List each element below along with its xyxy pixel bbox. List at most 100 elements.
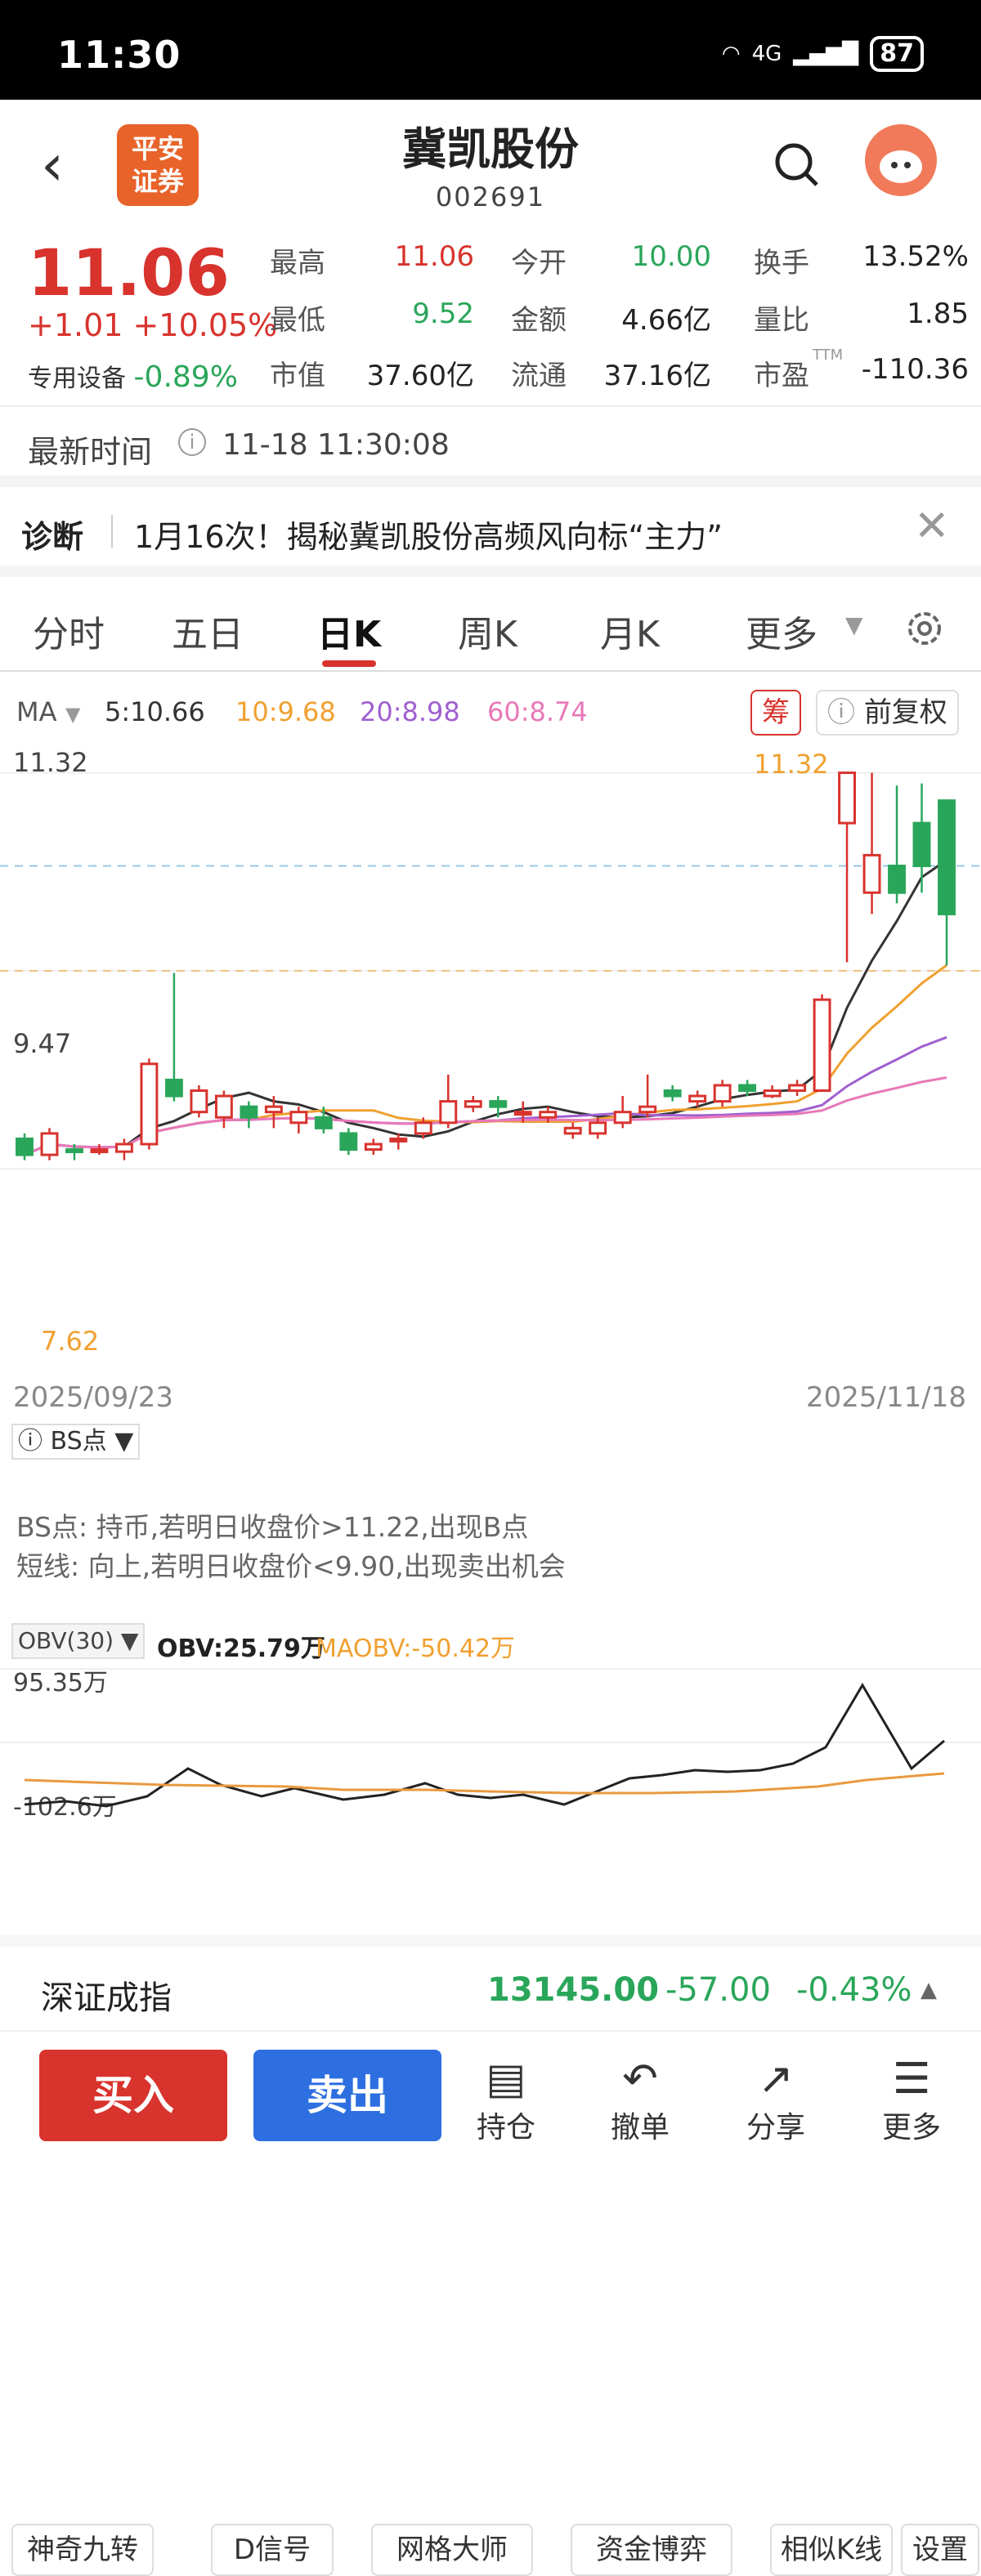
cancel-order-button[interactable]: ↶ 撤单 bbox=[595, 2055, 685, 2146]
document-icon: ▤ bbox=[486, 2055, 526, 2104]
quote-label: 市盈 bbox=[754, 360, 809, 392]
index-pct: -0.43% bbox=[796, 1971, 912, 2009]
latest-time-bar: 最新时间 i 11-18 11:30:08 bbox=[0, 407, 981, 487]
ma-label[interactable]: MA bbox=[16, 696, 57, 727]
candle-body bbox=[114, 1143, 133, 1153]
gear-icon[interactable] bbox=[903, 606, 947, 651]
quote-value: 10.00 bbox=[631, 240, 711, 273]
ma-line bbox=[24, 1076, 947, 1156]
candle-body bbox=[140, 1062, 159, 1146]
candle-body bbox=[638, 1105, 657, 1114]
candle-body bbox=[314, 1116, 333, 1129]
candle-body bbox=[738, 1084, 757, 1093]
adjust-button[interactable]: ⓘ 前复权 bbox=[816, 690, 959, 736]
diagnosis-text: 1月16次！揭秘冀凯股份高频风向标“主力” bbox=[134, 519, 723, 555]
candle-body bbox=[464, 1100, 482, 1108]
candlestick-chart[interactable] bbox=[0, 745, 981, 1252]
sector-pct: -0.89% bbox=[133, 360, 238, 394]
stock-code: 002691 bbox=[435, 181, 546, 212]
tool-similar-k[interactable]: 相似K线 bbox=[770, 2524, 893, 2576]
sector-name: 专用设备 bbox=[28, 364, 126, 393]
quote-value: -110.36 bbox=[861, 353, 969, 386]
quote-label: 最低 bbox=[270, 304, 325, 337]
quote-label: 金额 bbox=[511, 304, 567, 337]
sell-button[interactable]: 卖出 bbox=[253, 2050, 441, 2141]
cancel-label: 撤单 bbox=[610, 2111, 670, 2144]
chevron-down-icon[interactable]: ▼ bbox=[845, 611, 863, 638]
tab-five-day[interactable]: 五日 bbox=[172, 605, 244, 657]
bs-text-1: BS点: 持币,若明日收盘价>11.22,出现B点 bbox=[16, 1511, 529, 1543]
candle-body bbox=[90, 1148, 109, 1154]
tool-nine-turn[interactable]: 神奇九转 bbox=[11, 2524, 154, 2576]
wifi-icon: ◠ bbox=[721, 42, 741, 66]
diagnosis-bar[interactable]: 诊断 1月16次！揭秘冀凯股份高频风向标“主力” ✕ bbox=[0, 487, 981, 577]
ma20-value: 20:8.98 bbox=[360, 696, 460, 727]
tool-d-signal[interactable]: D信号 bbox=[211, 2524, 334, 2576]
candle-body bbox=[40, 1132, 59, 1156]
quote-value: 37.60亿 bbox=[366, 360, 474, 392]
buy-button[interactable]: 买入 bbox=[39, 2050, 227, 2141]
tab-weekly-k[interactable]: 周K bbox=[458, 605, 517, 657]
holdings-button[interactable]: ▤ 持仓 bbox=[461, 2055, 551, 2146]
candle-body bbox=[912, 821, 931, 867]
change-pct: +10.05% bbox=[132, 307, 278, 343]
clock: 11:30 bbox=[57, 33, 181, 77]
close-icon[interactable]: ✕ bbox=[914, 502, 950, 551]
tab-monthly-k[interactable]: 月K bbox=[600, 605, 660, 657]
candle-body bbox=[938, 799, 956, 915]
candle-body bbox=[888, 865, 906, 894]
info-icon[interactable]: i bbox=[178, 428, 206, 456]
start-date-label: 2025/09/23 bbox=[13, 1381, 173, 1414]
quote-value: 9.52 bbox=[412, 297, 474, 330]
info-icon: ⓘ bbox=[18, 1427, 51, 1456]
ttm-label: TTM bbox=[813, 347, 844, 364]
share-button[interactable]: ↗ 分享 bbox=[731, 2055, 821, 2146]
index-value: 13145.00 bbox=[487, 1971, 660, 2009]
chevron-up-icon[interactable]: ▲ bbox=[921, 1978, 937, 2002]
candle-body bbox=[613, 1111, 632, 1125]
tab-intraday[interactable]: 分时 bbox=[33, 605, 105, 657]
obv-chart bbox=[0, 1668, 981, 1808]
bottom-toolbar: 买入 卖出 ▤ 持仓 ↶ 撤单 ↗ 分享 ☰ 更多 bbox=[0, 2030, 981, 2158]
change-abs: +1.01 bbox=[28, 307, 123, 343]
candle-body bbox=[539, 1111, 558, 1119]
more-label: 更多 bbox=[881, 2111, 941, 2144]
share-label: 分享 bbox=[746, 2111, 805, 2144]
active-tab-indicator bbox=[322, 660, 376, 667]
tab-daily-k[interactable]: 日K bbox=[317, 605, 381, 657]
quote-value: 4.66亿 bbox=[621, 304, 711, 337]
candle-body bbox=[489, 1100, 508, 1108]
quote-value: 37.16亿 bbox=[603, 360, 711, 392]
tab-more[interactable]: 更多 bbox=[746, 605, 818, 657]
candle-body bbox=[339, 1132, 358, 1152]
tool-grid-master[interactable]: 网格大师 bbox=[371, 2524, 533, 2576]
sector[interactable]: 专用设备 -0.89% bbox=[28, 358, 238, 394]
ma5-value: 5:10.66 bbox=[105, 696, 205, 727]
candle-body bbox=[289, 1111, 308, 1125]
ma10-value: 10:9.68 bbox=[235, 696, 336, 727]
quote-value: 11.06 bbox=[394, 240, 474, 273]
bs-selector[interactable]: ⓘ BS点 ▼ bbox=[11, 1424, 141, 1460]
signal-icon: ▂▄▆█ bbox=[793, 42, 859, 66]
end-date-label: 2025/11/18 bbox=[806, 1381, 966, 1414]
candle-body bbox=[563, 1126, 582, 1135]
ma60-value: 60:8.74 bbox=[487, 696, 588, 727]
chart-tabs: 分时 五日 日K 周K 月K 更多 ▼ bbox=[0, 587, 981, 672]
candle-body bbox=[16, 1137, 34, 1156]
low-marker-label: 7.62 bbox=[41, 1326, 100, 1357]
latest-time-label: 最新时间 bbox=[28, 434, 153, 470]
index-bar[interactable]: 深证成指 13145.00 -57.00 -0.43% ▲ bbox=[0, 1935, 981, 2030]
quote-value: 1.85 bbox=[907, 297, 969, 330]
kline-area[interactable]: MA ▼ 5:10.66 10:9.68 20:8.98 60:8.74 筹 ⓘ… bbox=[0, 672, 981, 2576]
avatar[interactable] bbox=[865, 124, 937, 196]
header: ‹ 平安 证券 冀凯股份 002691 bbox=[0, 100, 981, 229]
candle-body bbox=[763, 1089, 782, 1098]
chevron-down-icon[interactable]: ▼ bbox=[65, 703, 80, 726]
tool-capital-game[interactable]: 资金博弈 bbox=[571, 2524, 732, 2576]
search-icon[interactable] bbox=[773, 141, 822, 190]
candle-body bbox=[214, 1094, 233, 1119]
index-name: 深证成指 bbox=[41, 1979, 172, 2017]
tool-settings[interactable]: 设置 bbox=[901, 2524, 979, 2576]
more-button[interactable]: ☰ 更多 bbox=[867, 2055, 956, 2146]
chip-button[interactable]: 筹 bbox=[750, 690, 801, 736]
